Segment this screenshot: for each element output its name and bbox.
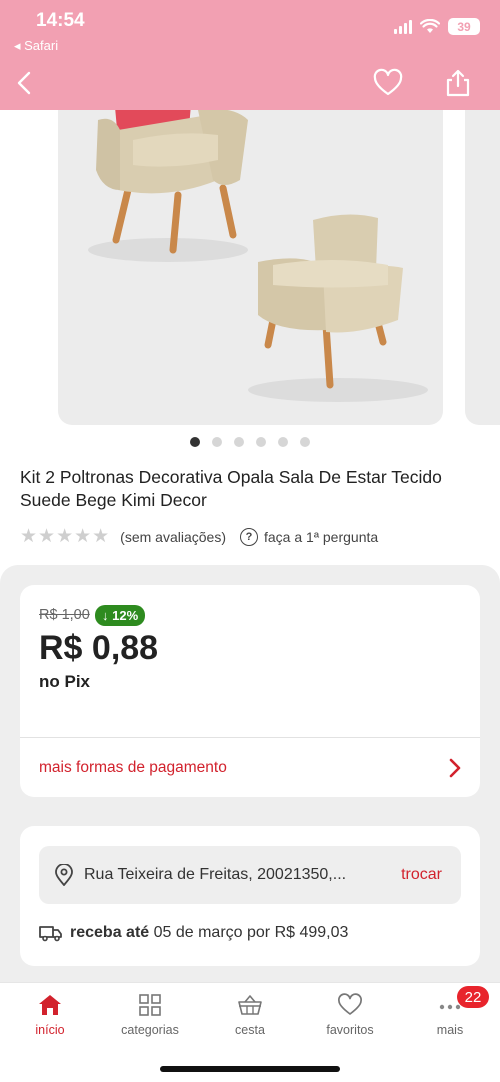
location-pin-icon — [55, 864, 73, 886]
home-icon — [39, 995, 61, 1015]
shipping-card: Rua Teixeira de Freitas, 20021350,... tr… — [20, 826, 480, 966]
pagination-dot[interactable] — [278, 437, 288, 447]
tab-label: mais — [436, 1023, 464, 1037]
payment-method: no Pix — [39, 672, 91, 691]
ask-question-link[interactable]: ? faça a 1ª pergunta — [240, 527, 379, 546]
truck-icon — [39, 926, 62, 942]
basket-icon — [238, 995, 262, 1015]
tab-cesta[interactable]: cesta — [200, 993, 300, 1037]
tab-categorias[interactable]: categorias — [100, 993, 200, 1037]
current-price: R$ 0,88 — [39, 629, 159, 667]
rating-text[interactable]: (sem avaliações) — [120, 529, 226, 545]
price-card: R$ 1,00 ↓ 12% R$ 0,88 no Pix mais formas… — [20, 585, 480, 797]
delivery-estimate: receba até 05 de março por R$ 499,03 — [70, 924, 348, 942]
back-arrow-icon[interactable] — [10, 68, 40, 98]
address-selector[interactable]: Rua Teixeira de Freitas, 20021350,... tr… — [39, 846, 461, 904]
back-to-safari-link[interactable]: ◂ Safari — [14, 38, 58, 54]
wifi-icon — [420, 19, 440, 33]
heart-icon — [338, 993, 362, 1015]
battery-indicator: 39 — [448, 18, 480, 35]
pagination-dot[interactable] — [256, 437, 266, 447]
status-bar: 14:54 ◂ Safari 39 — [0, 0, 500, 110]
pagination-dot[interactable] — [212, 437, 222, 447]
tab-inicio[interactable]: início — [0, 993, 100, 1037]
question-icon: ? — [240, 527, 258, 546]
more-payment-options-link[interactable]: mais formas de pagamento — [39, 759, 227, 777]
pagination-dot[interactable] — [234, 437, 244, 447]
chevron-right-icon[interactable] — [448, 757, 462, 779]
discount-badge: ↓ 12% — [95, 605, 146, 626]
delivery-address: Rua Teixeira de Freitas, 20021350,... — [84, 866, 347, 883]
rating-row: ★★★★★ (sem avaliações) ? faça a 1ª pergu… — [20, 525, 378, 548]
divider — [20, 737, 480, 738]
question-text: faça a 1ª pergunta — [264, 528, 379, 545]
gallery-pagination — [0, 437, 500, 447]
favorite-heart-icon[interactable] — [372, 68, 404, 98]
tab-favoritos[interactable]: favoritos — [300, 993, 400, 1037]
tab-label: categorias — [121, 1023, 179, 1037]
delivery-label: receba até — [70, 924, 150, 941]
change-address-button[interactable]: trocar — [401, 866, 442, 884]
pagination-dot[interactable] — [300, 437, 310, 447]
product-title: Kit 2 Poltronas Decorativa Opala Sala De… — [20, 467, 442, 510]
pagination-dot[interactable] — [190, 437, 200, 447]
home-indicator — [160, 1066, 340, 1072]
tab-label: início — [35, 1023, 65, 1037]
grid-icon — [139, 994, 161, 1016]
tab-label: favoritos — [326, 1023, 374, 1037]
delivery-detail: 05 de março por R$ 499,03 — [149, 924, 349, 941]
status-icons: 39 — [394, 18, 480, 35]
signal-icon — [394, 19, 412, 34]
rating-stars-icon[interactable]: ★★★★★ — [20, 525, 110, 548]
tab-label: cesta — [235, 1023, 265, 1037]
old-price: R$ 1,00 — [39, 607, 90, 623]
notification-badge: 22 — [457, 986, 489, 1008]
share-icon[interactable] — [444, 68, 472, 98]
clock: 14:54 — [36, 10, 85, 31]
